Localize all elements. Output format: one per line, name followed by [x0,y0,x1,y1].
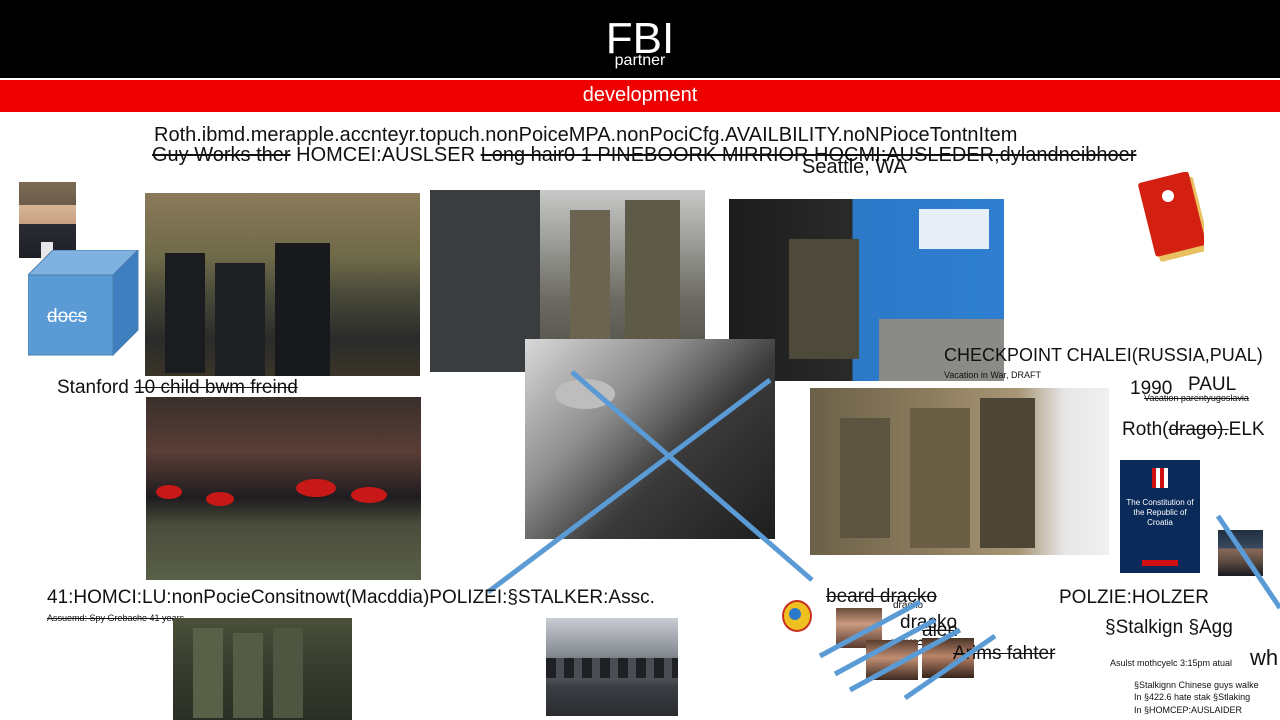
note-line-1: §Stalkignn Chinese guys walke [1134,680,1259,690]
photo-soldiers-bottom [173,618,352,720]
polzie-holzer-label: POLZIE:HOLZER [1059,587,1209,608]
note-line-3: In §HOMCEP:AUSLAIDER [1134,705,1243,715]
asulst-note: Asulst mothcyelc 3:15pm atual [1110,658,1233,668]
stalkign-agg-label: §Stalkign §Agg [1105,617,1233,638]
photo-riot-police [546,618,678,716]
cross-line-3 [1215,514,1280,610]
homci-lu-line: 41:HOMCI:LU:nonPocieConsitnowt(Macddia)P… [47,587,655,608]
macedonia-emblem [778,594,812,634]
cross-line-2 [486,378,772,594]
note-line-2: In §422.6 hate stak §Stlaking [1134,692,1251,702]
face-strike-lines [818,599,997,700]
cross-line-1 [570,370,814,582]
wh-label: wh [1250,645,1279,670]
blue-cross-lines [486,370,1280,610]
assuemd-note: Assuemd: Spy Grebache 41 years [47,613,185,623]
